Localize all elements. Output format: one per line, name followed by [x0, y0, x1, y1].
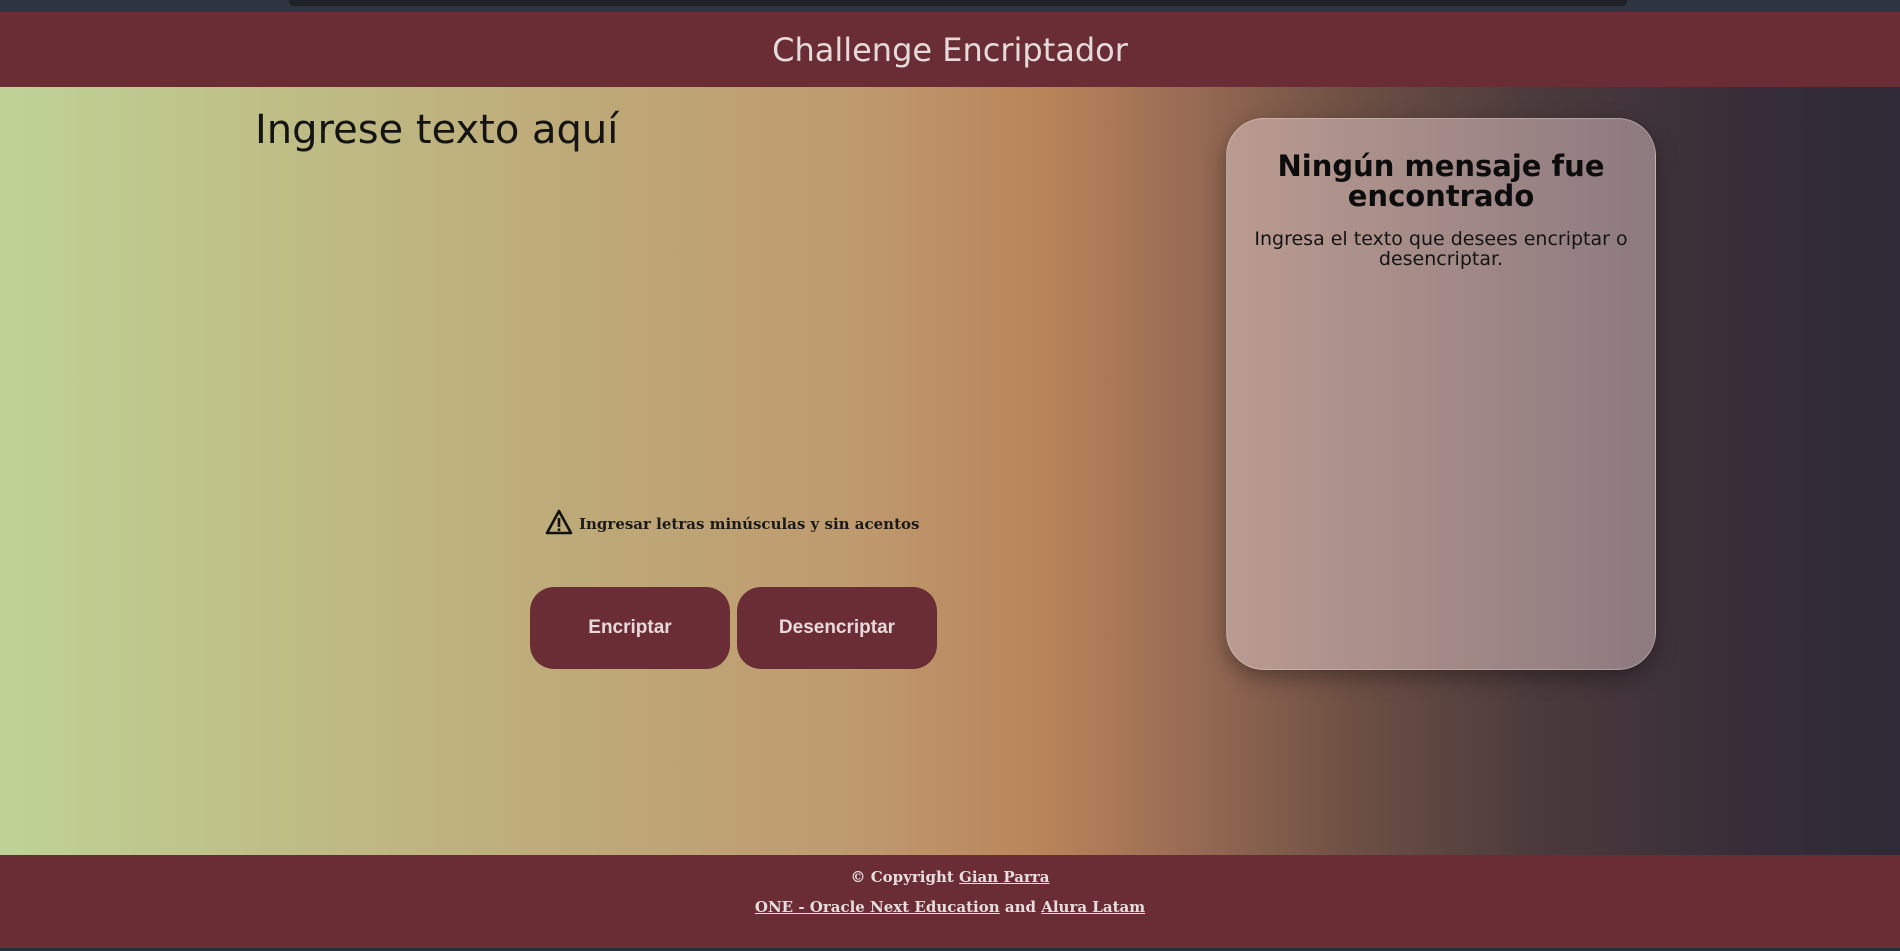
- output-panel: Ningún mensaje fue encontrado Ingresa el…: [1226, 118, 1656, 670]
- text-input[interactable]: [255, 107, 1185, 477]
- decrypt-button[interactable]: Desencriptar: [737, 587, 937, 669]
- browser-top-strip: [0, 0, 1900, 12]
- copyright-line: © Copyright Gian Parra: [0, 868, 1900, 886]
- browser-tab-bar: [289, 0, 1627, 6]
- site-footer: © Copyright Gian Parra ONE - Oracle Next…: [0, 855, 1900, 948]
- page-title: Challenge Encriptador: [772, 30, 1128, 69]
- copyright-text: © Copyright: [850, 868, 954, 886]
- credits-line: ONE - Oracle Next Education and Alura La…: [0, 898, 1900, 916]
- alura-latam-link[interactable]: Alura Latam: [1041, 898, 1145, 916]
- main-area: Ingrese texto aquí Ingresar letras minús…: [0, 87, 1900, 855]
- output-title: Ningún mensaje fue encontrado: [1277, 149, 1605, 213]
- and-text: and: [1004, 898, 1036, 916]
- encrypt-button[interactable]: Encriptar: [530, 587, 730, 669]
- warning-icon: [545, 508, 573, 540]
- output-message: Ingresa el texto que desees encriptar o …: [1254, 228, 1628, 270]
- hint-text: Ingresar letras minúsculas y sin acentos: [579, 515, 920, 533]
- oracle-next-education-link[interactable]: ONE - Oracle Next Education: [755, 898, 1000, 916]
- site-header: Challenge Encriptador: [0, 12, 1900, 87]
- input-hint: Ingresar letras minúsculas y sin acentos: [545, 508, 919, 540]
- author-link[interactable]: Gian Parra: [959, 868, 1049, 886]
